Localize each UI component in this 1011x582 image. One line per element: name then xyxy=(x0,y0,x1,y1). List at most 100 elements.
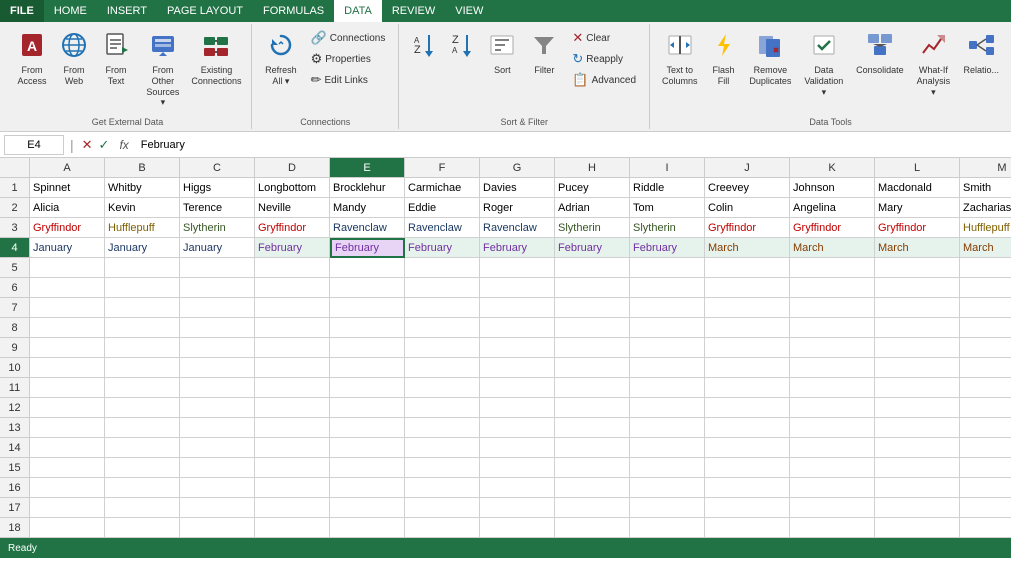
cell-a15[interactable] xyxy=(30,458,105,478)
col-header-e[interactable]: E xyxy=(330,158,405,178)
col-header-b[interactable]: B xyxy=(105,158,180,178)
cell-l3[interactable]: Gryffindor xyxy=(875,218,960,238)
cell-i5[interactable] xyxy=(630,258,705,278)
cell-b16[interactable] xyxy=(105,478,180,498)
cell-g8[interactable] xyxy=(480,318,555,338)
cell-b1[interactable]: Whitby xyxy=(105,178,180,198)
cell-a16[interactable] xyxy=(30,478,105,498)
col-header-a[interactable]: A xyxy=(30,158,105,178)
row-header-12[interactable]: 12 xyxy=(0,398,30,418)
cell-a10[interactable] xyxy=(30,358,105,378)
text-to-columns-button[interactable]: Text toColumns xyxy=(658,28,702,90)
menu-review[interactable]: REVIEW xyxy=(382,0,445,22)
cell-f5[interactable] xyxy=(405,258,480,278)
cell-f16[interactable] xyxy=(405,478,480,498)
sort-button[interactable]: Sort xyxy=(483,28,521,79)
cell-m5[interactable] xyxy=(960,258,1011,278)
cell-d12[interactable] xyxy=(255,398,330,418)
cell-d14[interactable] xyxy=(255,438,330,458)
flash-fill-button[interactable]: FlashFill xyxy=(704,28,744,90)
cell-i3[interactable]: Slytherin xyxy=(630,218,705,238)
row-header-2[interactable]: 2 xyxy=(0,198,30,218)
cell-e11[interactable] xyxy=(330,378,405,398)
cell-j15[interactable] xyxy=(705,458,790,478)
cell-h15[interactable] xyxy=(555,458,630,478)
row-header-6[interactable]: 6 xyxy=(0,278,30,298)
cell-c8[interactable] xyxy=(180,318,255,338)
cell-i14[interactable] xyxy=(630,438,705,458)
cell-d7[interactable] xyxy=(255,298,330,318)
cell-d2[interactable]: Neville xyxy=(255,198,330,218)
cell-i1[interactable]: Riddle xyxy=(630,178,705,198)
cell-c4[interactable]: January xyxy=(180,238,255,258)
cell-d3[interactable]: Gryffindor xyxy=(255,218,330,238)
cell-m13[interactable] xyxy=(960,418,1011,438)
consolidate-button[interactable]: Consolidate xyxy=(852,28,907,79)
cell-c17[interactable] xyxy=(180,498,255,518)
cell-d17[interactable] xyxy=(255,498,330,518)
cell-c16[interactable] xyxy=(180,478,255,498)
cell-j7[interactable] xyxy=(705,298,790,318)
cell-f6[interactable] xyxy=(405,278,480,298)
cell-l6[interactable] xyxy=(875,278,960,298)
cell-h7[interactable] xyxy=(555,298,630,318)
cell-h2[interactable]: Adrian xyxy=(555,198,630,218)
cell-k11[interactable] xyxy=(790,378,875,398)
cell-c13[interactable] xyxy=(180,418,255,438)
cell-a6[interactable] xyxy=(30,278,105,298)
cell-e4[interactable]: February xyxy=(330,238,405,258)
cell-f15[interactable] xyxy=(405,458,480,478)
cell-d18[interactable] xyxy=(255,518,330,538)
cell-a4[interactable]: January xyxy=(30,238,105,258)
col-header-g[interactable]: G xyxy=(480,158,555,178)
cell-i11[interactable] xyxy=(630,378,705,398)
cell-k15[interactable] xyxy=(790,458,875,478)
cell-l4[interactable]: March xyxy=(875,238,960,258)
col-header-j[interactable]: J xyxy=(705,158,790,178)
cell-c5[interactable] xyxy=(180,258,255,278)
col-header-h[interactable]: H xyxy=(555,158,630,178)
cell-f9[interactable] xyxy=(405,338,480,358)
cell-e15[interactable] xyxy=(330,458,405,478)
cell-e1[interactable]: Brocklehur xyxy=(330,178,405,198)
cell-i2[interactable]: Tom xyxy=(630,198,705,218)
cell-a17[interactable] xyxy=(30,498,105,518)
cell-d9[interactable] xyxy=(255,338,330,358)
cell-e2[interactable]: Mandy xyxy=(330,198,405,218)
cell-j13[interactable] xyxy=(705,418,790,438)
cell-k7[interactable] xyxy=(790,298,875,318)
from-text-button[interactable]: FromText xyxy=(96,28,136,90)
cell-i17[interactable] xyxy=(630,498,705,518)
cell-g15[interactable] xyxy=(480,458,555,478)
cell-f17[interactable] xyxy=(405,498,480,518)
cell-m9[interactable] xyxy=(960,338,1011,358)
cell-j10[interactable] xyxy=(705,358,790,378)
col-header-f[interactable]: F xyxy=(405,158,480,178)
cell-d15[interactable] xyxy=(255,458,330,478)
cell-c11[interactable] xyxy=(180,378,255,398)
cancel-formula-button[interactable]: ✕ xyxy=(80,137,95,153)
cell-i12[interactable] xyxy=(630,398,705,418)
confirm-formula-button[interactable]: ✓ xyxy=(97,137,112,153)
cell-d10[interactable] xyxy=(255,358,330,378)
cell-m10[interactable] xyxy=(960,358,1011,378)
formula-input[interactable]: February xyxy=(137,139,1007,151)
cell-d1[interactable]: Longbottom xyxy=(255,178,330,198)
cell-l18[interactable] xyxy=(875,518,960,538)
cell-k18[interactable] xyxy=(790,518,875,538)
cell-g12[interactable] xyxy=(480,398,555,418)
cell-b12[interactable] xyxy=(105,398,180,418)
cell-c3[interactable]: Slytherin xyxy=(180,218,255,238)
cell-h13[interactable] xyxy=(555,418,630,438)
row-header-3[interactable]: 3 xyxy=(0,218,30,238)
cell-d6[interactable] xyxy=(255,278,330,298)
col-header-l[interactable]: L xyxy=(875,158,960,178)
cell-l17[interactable] xyxy=(875,498,960,518)
cell-h3[interactable]: Slytherin xyxy=(555,218,630,238)
cell-l13[interactable] xyxy=(875,418,960,438)
menu-data[interactable]: DATA xyxy=(334,0,382,22)
cell-k16[interactable] xyxy=(790,478,875,498)
cell-k3[interactable]: Gryffindor xyxy=(790,218,875,238)
filter-button[interactable]: Filter xyxy=(525,28,563,79)
cell-g13[interactable] xyxy=(480,418,555,438)
